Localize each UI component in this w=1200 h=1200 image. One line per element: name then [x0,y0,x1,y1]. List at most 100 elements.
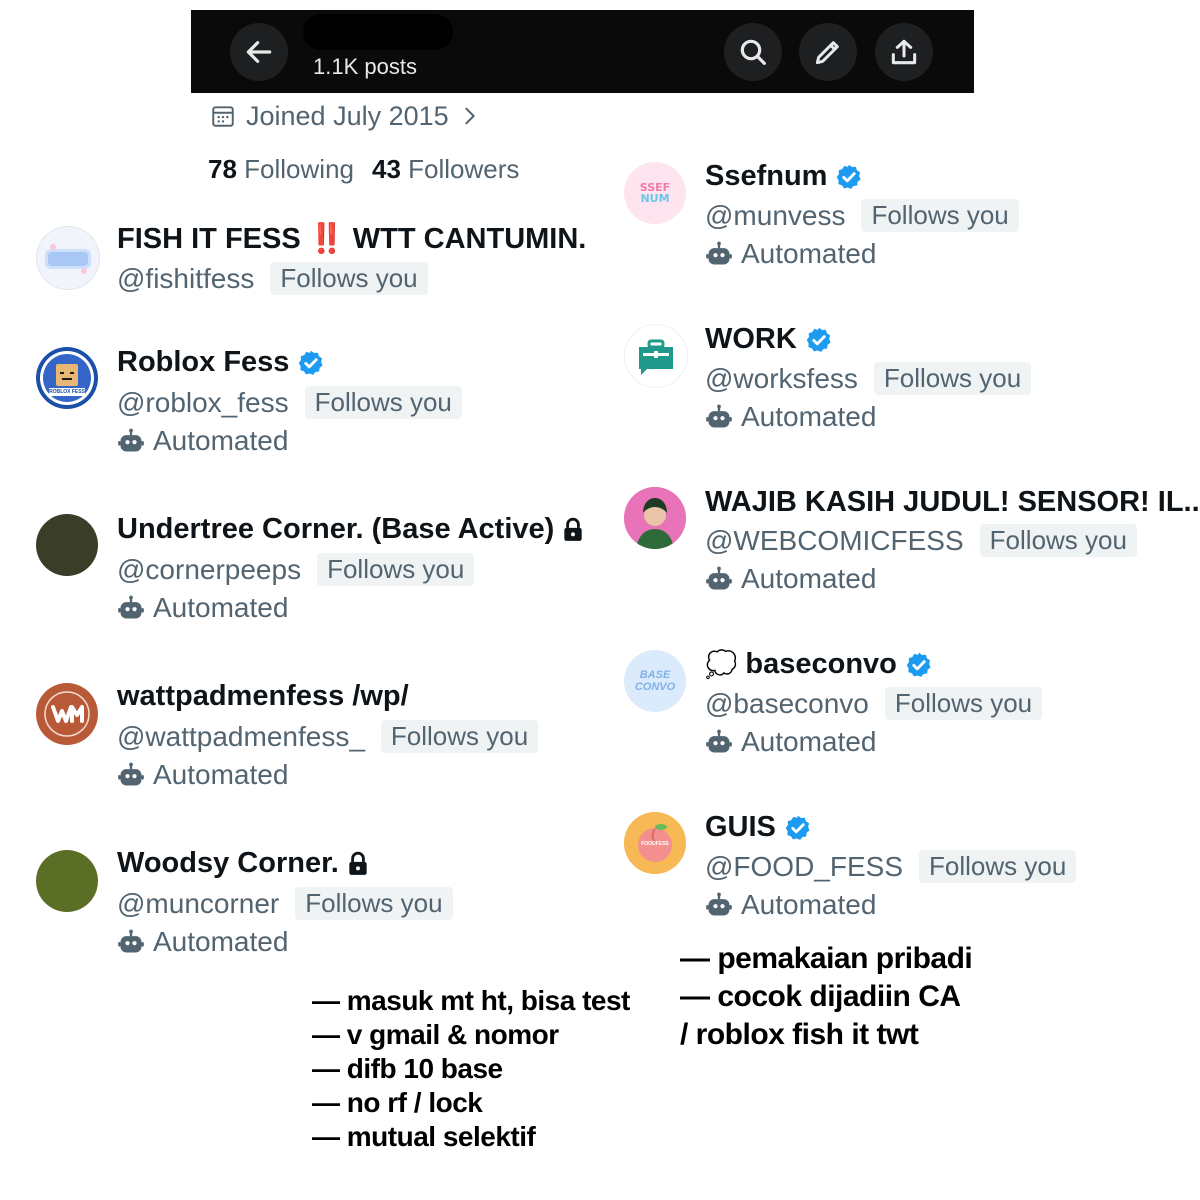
avatar: BASE CONVO [624,650,686,712]
account-name: Roblox Fess [117,346,325,379]
avatar: ROBLOX FESS [36,347,98,409]
edit-pencil-icon [815,41,839,65]
automated-text: Automated [153,425,289,456]
follows-you-badge: Follows you [304,386,462,419]
edit-button[interactable] [799,23,857,81]
automated-text: Automated [741,401,877,432]
account-handle: @roblox_fess [117,386,289,418]
account-name: WORK [705,323,833,356]
account-name-text: Undertree Corner. (Base Active) [117,513,555,545]
follows-you-badge: Follows you [295,887,453,920]
avatar: FOODFESS [624,812,686,874]
account-handle: @muncorner [117,887,280,919]
lock-icon [564,517,582,541]
roblox-logo-text: ROBLOX FESS [49,389,85,395]
handle-row: @worksfess Follows you [705,362,1032,395]
note-line: — difb 10 base [312,1053,503,1084]
lock-icon [349,851,367,875]
handle-row: @fishitfess Follows you [117,262,428,295]
calendar-icon [212,106,234,127]
handle-row: @wattpadmenfess_ Follows you [117,720,539,753]
automated-text: Automated [741,238,877,269]
automated-text: Automated [153,926,289,957]
automated-label: Automated [117,759,288,791]
account-handle: @FOOD_FESS [705,850,904,882]
verified-badge-icon [837,164,862,189]
avatar [624,487,686,549]
joined-date[interactable]: Joined July 2015 [210,98,481,134]
automated-text: Automated [153,759,289,790]
automated-label: Automated [117,425,288,457]
robot-icon [706,404,732,428]
robot-icon [118,762,144,786]
avatar [36,226,100,290]
account-handle: @worksfess [705,362,858,394]
follows-you-badge: Follows you [979,524,1137,557]
search-icon [740,39,766,65]
robot-icon [118,428,144,452]
automated-text: Automated [741,563,877,594]
back-button[interactable] [230,23,288,81]
avatar: SSEF NUM [624,162,686,224]
handle-row: @baseconvo Follows you [705,687,1043,720]
handle-row: @roblox_fess Follows you [117,386,462,419]
account-name-text: Ssefnum [705,160,828,192]
followers-link[interactable]: 43 Followers [372,154,519,185]
followers-count: 43 [371,154,401,184]
wattpad-logo [44,691,90,737]
thought-balloon-emoji: 💭 [705,649,738,679]
account-name-text: baseconvo [745,648,897,680]
handle-row: @WEBCOMICFESS Follows you [705,524,1137,557]
automated-label: Automated [705,726,876,758]
joined-label: Joined July 2015 [246,100,449,131]
robot-icon [706,241,732,265]
share-button[interactable] [875,23,933,81]
note-line: — masuk mt ht, bisa test [312,985,630,1016]
follows-you-badge: Follows you [861,199,1019,232]
account-name: Undertree Corner. (Base Active) [117,513,584,546]
follow-stats: 78 Following 43 Followers [208,154,519,185]
follows-you-badge: Follows you [873,362,1032,395]
account-name: FISH IT FESS ‼️ WTT CANTUMIN. [117,222,586,256]
double-exclamation-emoji: ‼️ [308,223,345,255]
account-handle: @WEBCOMICFESS [705,524,964,556]
account-name-text: Roblox Fess [117,346,290,378]
account-handle: @baseconvo [705,687,869,719]
automated-label: Automated [117,926,288,958]
robot-icon [706,566,732,590]
account-name: wattpadmenfess /wp/ [117,680,409,713]
account-name-text: Woodsy Corner. [117,847,339,879]
following-link[interactable]: 78 Following [208,154,354,185]
verified-badge-icon [806,327,831,352]
account-handle: @munvess [705,199,846,231]
note-line: — no rf / lock [312,1087,483,1118]
handle-row: @muncorner Follows you [117,887,453,920]
robot-icon [118,929,144,953]
account-name: Ssefnum [705,160,863,193]
briefcase-icon [639,339,673,375]
redacted-display-name [303,14,453,50]
account-name-suffix: WTT CANTUMIN. [352,222,587,255]
automated-label: Automated [705,563,876,595]
note-line: — pemakaian pribadi [680,942,973,975]
account-handle: @fishitfess [117,262,255,294]
follows-you-badge: Follows you [317,553,475,586]
account-name: GUIS [705,811,812,844]
follows-you-badge: Follows you [884,687,1043,720]
share-upload-icon [891,39,917,65]
following-label: Following [244,154,354,184]
food-fess-logo-text: FOODFESS [641,841,669,847]
account-name: 💭 baseconvo [705,648,933,681]
verified-badge-icon [906,652,931,677]
follows-you-badge: Follows you [270,262,428,295]
notes-right: — pemakaian pribadi — cocok dijadiin CA … [680,940,973,1054]
avatar [624,324,688,388]
notes-left: — masuk mt ht, bisa test — v gmail & nom… [312,984,630,1154]
account-name-text: WORK [705,323,797,355]
search-button[interactable] [724,23,782,81]
automated-text: Automated [741,889,877,920]
account-name-text: FISH IT FESS [117,222,301,255]
automated-label: Automated [705,238,876,270]
robot-icon [706,729,732,753]
handle-row: @FOOD_FESS Follows you [705,850,1077,883]
